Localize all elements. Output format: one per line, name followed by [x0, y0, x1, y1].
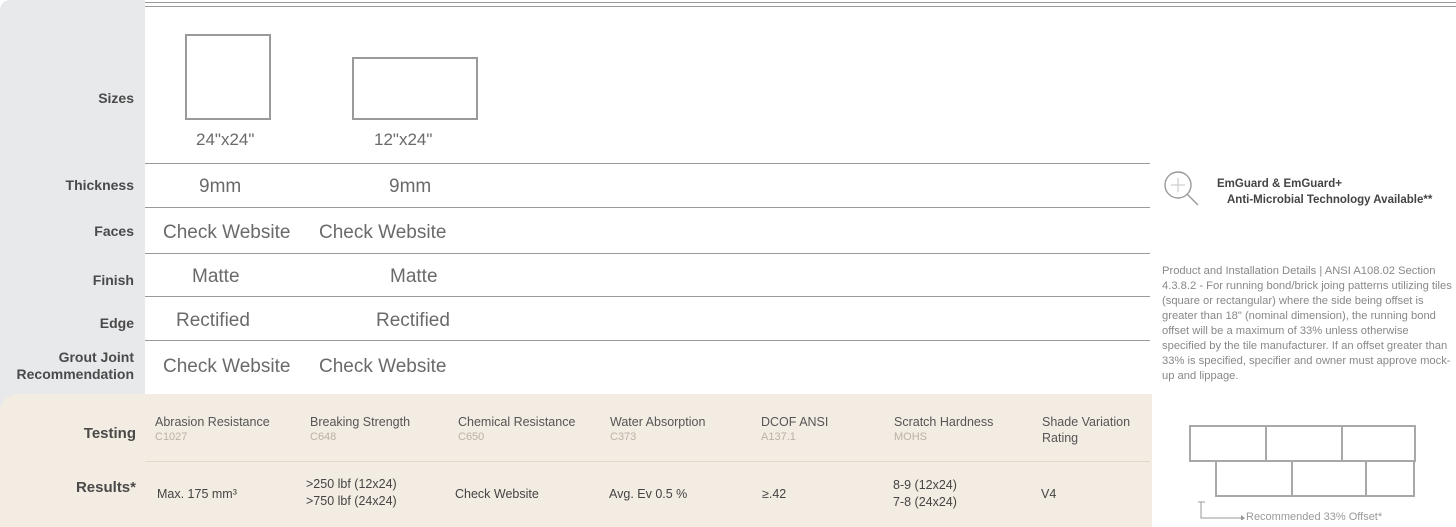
- test-result: >750 lbf (24x24): [306, 494, 397, 508]
- size-caption-2: 12"x24": [374, 130, 433, 149]
- test-code: Rating: [1042, 431, 1079, 445]
- size-rect-shape: [352, 57, 478, 120]
- row-label-faces: Faces: [94, 223, 134, 239]
- brick: [1341, 425, 1416, 462]
- test-code: A137.1: [761, 431, 796, 443]
- test-header: Shade Variation: [1042, 415, 1131, 429]
- brick: [1265, 425, 1343, 462]
- edge-value: Rectified: [176, 310, 250, 331]
- row-label-finish: Finish: [92, 272, 134, 288]
- test-code: MOHS: [894, 431, 927, 443]
- test-result: ≥.42: [762, 487, 787, 501]
- test-header: Chemical Resistance: [458, 415, 576, 429]
- brick: [1365, 460, 1415, 497]
- grout-label-line2: Recommendation: [16, 366, 134, 382]
- test-result: 7-8 (24x24): [893, 495, 957, 509]
- brick: [1215, 460, 1293, 497]
- row-label-grout: Grout Joint Recommendation: [17, 349, 134, 383]
- row-divider: [145, 340, 1150, 341]
- emguard-subtitle: Anti-Microbial Technology Available**: [1227, 194, 1433, 206]
- test-code: C650: [458, 431, 485, 443]
- top-rule: [145, 2, 1456, 3]
- emguard-title: EmGuard & EmGuard+: [1217, 178, 1342, 190]
- results-label: Results*: [75, 479, 136, 496]
- test-result: 8-9 (12x24): [893, 478, 957, 492]
- magnifier-icon: [1163, 170, 1201, 208]
- test-header: Scratch Hardness: [894, 415, 994, 429]
- row-divider: [145, 253, 1150, 254]
- test-header: Breaking Strength: [310, 415, 411, 429]
- test-result: Avg. Ev 0.5 %: [609, 487, 688, 501]
- faces-value: Check Website: [163, 222, 291, 243]
- test-result: >250 lbf (12x24): [306, 477, 397, 491]
- row-divider: [145, 296, 1150, 297]
- test-header: Water Absorption: [610, 415, 706, 429]
- test-code: C1027: [155, 431, 188, 443]
- row-divider: [145, 207, 1150, 208]
- offset-arrow-icon: [1197, 500, 1245, 521]
- row-label-sizes: Sizes: [98, 90, 134, 106]
- thickness-value: 9mm: [199, 176, 242, 197]
- grout-value: Check Website: [319, 356, 447, 377]
- brick: [1291, 460, 1367, 497]
- top-rule-2: [145, 6, 1456, 7]
- test-result: Max. 175 mm³: [157, 487, 237, 501]
- grout-label-line1: Grout Joint: [58, 349, 134, 365]
- finish-value: Matte: [192, 266, 240, 287]
- test-code: C373: [610, 431, 637, 443]
- test-code: C648: [310, 431, 337, 443]
- finish-value: Matte: [390, 266, 438, 287]
- row-label-edge: Edge: [99, 315, 134, 331]
- grout-value: Check Website: [163, 356, 291, 377]
- brick-pattern-diagram: [1189, 425, 1449, 501]
- row-divider: [145, 163, 1150, 164]
- offset-caption: Recommended 33% Offset*: [1246, 511, 1383, 523]
- size-caption-1: 24"x24": [196, 130, 255, 149]
- test-header: Abrasion Resistance: [155, 415, 270, 429]
- faces-value: Check Website: [319, 222, 447, 243]
- testing-divider: [145, 461, 1150, 462]
- row-label-thickness: Thickness: [65, 177, 134, 193]
- thickness-value: 9mm: [389, 176, 432, 197]
- size-square-shape: [185, 34, 271, 120]
- edge-value: Rectified: [376, 310, 450, 331]
- test-header: DCOF ANSI: [761, 415, 829, 429]
- brick: [1189, 425, 1267, 462]
- testing-label: Testing: [83, 425, 136, 442]
- test-result: Check Website: [455, 487, 539, 501]
- test-result: V4: [1041, 487, 1057, 501]
- installation-details: Product and Installation Details | ANSI …: [1162, 265, 1452, 382]
